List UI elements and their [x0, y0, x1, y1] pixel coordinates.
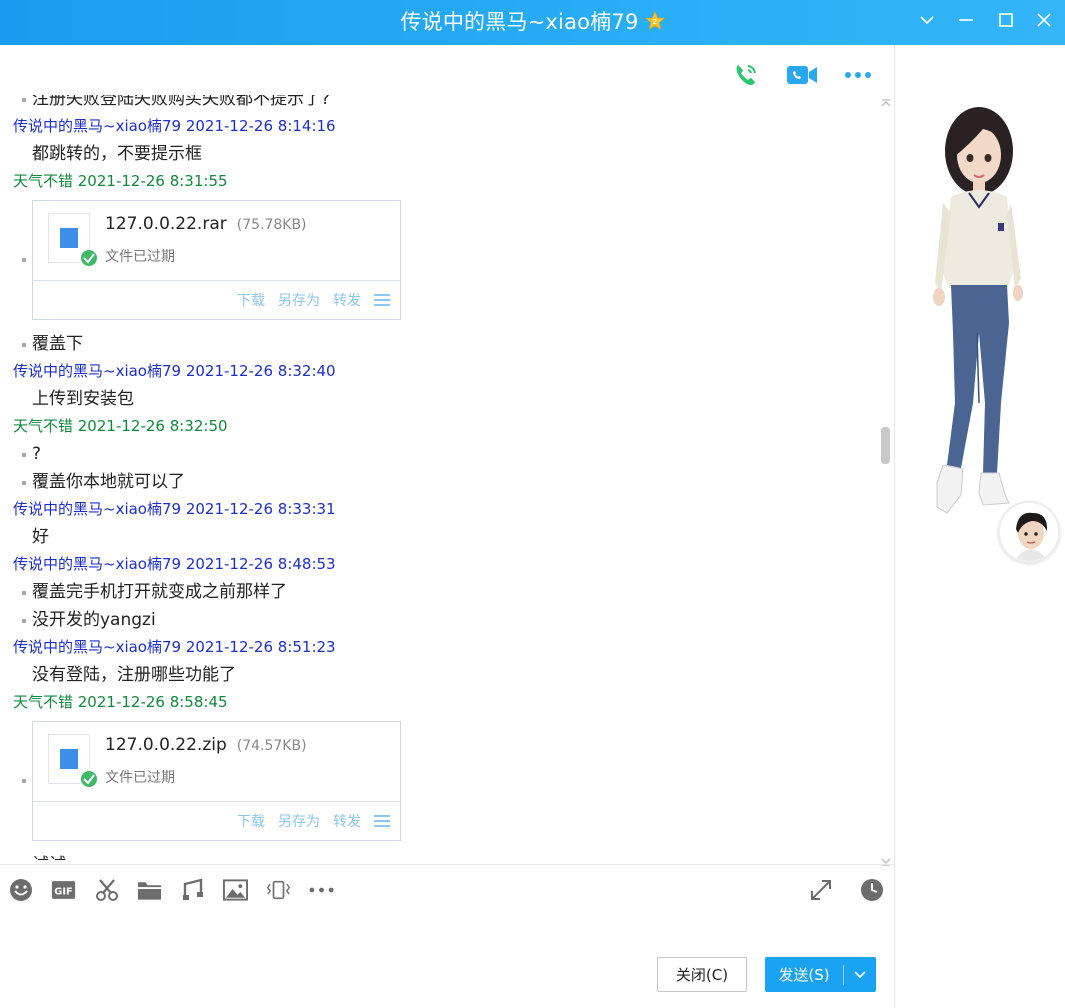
avatar-figure[interactable] [921, 103, 1031, 523]
message-text: 试试 [0, 851, 880, 860]
file-actions: 下载 另存为 转发 [237, 290, 390, 310]
dropdown-chevron-icon[interactable] [912, 8, 942, 32]
history-clock-icon[interactable] [859, 877, 884, 902]
file-name-text: 127.0.0.22.zip [105, 735, 227, 755]
download-link[interactable]: 下载 [237, 811, 265, 831]
zip-icon [60, 749, 78, 769]
input-toolbar: GIF [8, 877, 334, 902]
close-button-label: 关闭(C) [675, 966, 729, 984]
window-title: 传说中的黑马~xiao楠79 2 [0, 6, 1065, 36]
menu-icon[interactable] [374, 293, 390, 307]
file-info: 127.0.0.22.zip (74.57KB) 文件已过期 [33, 722, 400, 802]
video-call-icon[interactable] [786, 59, 818, 91]
archive-file-icon [48, 213, 99, 268]
svg-text:2: 2 [652, 18, 657, 26]
file-name-text: 127.0.0.22.rar [105, 214, 227, 234]
message-text: 好 [32, 527, 49, 547]
more-icon[interactable] [842, 59, 874, 91]
screenshot-scissors-icon[interactable] [94, 877, 119, 902]
file-status: 文件已过期 [105, 249, 175, 265]
voice-call-icon[interactable] [730, 59, 762, 91]
check-icon [79, 769, 99, 789]
message-text: 覆盖下 [0, 330, 880, 358]
send-button-label: 发送(S) [778, 966, 830, 984]
file-name: 127.0.0.22.zip (74.57KB) [105, 735, 307, 755]
message-text: 覆盖完手机打开就变成之前那样了 [0, 578, 880, 606]
message-list-content: 注册失败登陆失败购买失败都不提示了? 传说中的黑马~xiao楠79 2021-12… [0, 95, 880, 860]
file-card[interactable]: 127.0.0.22.rar (75.78KB) 文件已过期下载 另存为 转发 [32, 200, 401, 320]
message-text: 没有登陆，注册哪些功能了 [32, 665, 236, 685]
call-bar [730, 59, 874, 91]
menu-icon[interactable] [374, 814, 390, 828]
input-toolbar-right [808, 877, 884, 902]
zip-icon [60, 228, 78, 248]
message-sender-timestamp[interactable]: 天气不错 2021-12-26 8:58:45 [0, 689, 880, 716]
message-text: ? [0, 440, 880, 468]
file-message: 127.0.0.22.rar (75.78KB) 文件已过期下载 另存为 转发 [0, 195, 880, 330]
svg-text:GIF: GIF [54, 886, 72, 897]
file-card[interactable]: 127.0.0.22.zip (74.57KB) 文件已过期下载 另存为 转发 [32, 721, 401, 841]
message-sender-timestamp[interactable]: 天气不错 2021-12-26 8:31:55 [0, 168, 880, 195]
gif-icon[interactable]: GIF [51, 877, 76, 902]
contact-avatar[interactable] [998, 501, 1060, 563]
message-sender-timestamp[interactable]: 传说中的黑马~xiao楠79 2021-12-26 8:48:53 [0, 551, 880, 578]
close-icon[interactable] [1029, 8, 1059, 32]
expand-icon[interactable] [808, 877, 833, 902]
close-button[interactable]: 关闭(C) [657, 957, 747, 992]
music-icon[interactable] [180, 877, 205, 902]
shake-icon[interactable] [266, 877, 291, 902]
image-icon[interactable] [223, 877, 248, 902]
message-text: 都跳转的，不要提示框 [32, 144, 202, 164]
chat-panel: 注册失败登陆失败购买失败都不提示了? 传说中的黑马~xiao楠79 2021-12… [0, 45, 894, 1008]
file-status: 文件已过期 [105, 770, 175, 786]
vip-star-icon: 2 [644, 11, 665, 30]
window-title-text: 传说中的黑马~xiao楠79 [400, 10, 639, 34]
download-link[interactable]: 下载 [237, 290, 265, 310]
save-as-link[interactable]: 另存为 [278, 290, 320, 310]
file-actions: 下载 另存为 转发 [237, 811, 390, 831]
message-text: 没开发的yangzi [0, 606, 880, 634]
message-sender-timestamp[interactable]: 天气不错 2021-12-26 8:32:50 [0, 413, 880, 440]
minimize-icon[interactable] [951, 8, 981, 32]
title-bar: 传说中的黑马~xiao楠79 2 [0, 0, 1065, 45]
send-options-chevron-icon[interactable] [844, 970, 876, 979]
forward-link[interactable]: 转发 [333, 290, 361, 310]
emoji-icon[interactable] [8, 877, 33, 902]
message-list[interactable]: 注册失败登陆失败购买失败都不提示了? 传说中的黑马~xiao楠79 2021-12… [0, 95, 880, 860]
scroll-thumb[interactable] [881, 427, 890, 464]
archive-file-icon [48, 734, 99, 789]
message-text: 注册失败登陆失败购买失败都不提示了? [0, 95, 880, 113]
more-icon[interactable] [309, 877, 334, 902]
message-sender-timestamp[interactable]: 传说中的黑马~xiao楠79 2021-12-26 8:14:16 [0, 113, 880, 140]
folder-icon[interactable] [137, 877, 162, 902]
message-sender-timestamp[interactable]: 传说中的黑马~xiao楠79 2021-12-26 8:32:40 [0, 358, 880, 385]
message-sender-timestamp[interactable]: 传说中的黑马~xiao楠79 2021-12-26 8:33:31 [0, 496, 880, 523]
avatar-show-panel [894, 45, 1065, 1008]
file-name: 127.0.0.22.rar (75.78KB) [105, 214, 307, 234]
scroll-up-icon[interactable] [880, 99, 892, 109]
file-size: (74.57KB) [236, 738, 307, 754]
message-sender-timestamp[interactable]: 传说中的黑马~xiao楠79 2021-12-26 8:51:23 [0, 634, 880, 661]
message-text: 覆盖你本地就可以了 [0, 468, 880, 496]
file-info: 127.0.0.22.rar (75.78KB) 文件已过期 [33, 201, 400, 281]
file-size: (75.78KB) [236, 217, 307, 233]
input-divider [0, 864, 894, 865]
message-scrollbar[interactable] [880, 99, 892, 866]
send-button[interactable]: 发送(S) [765, 957, 876, 992]
forward-link[interactable]: 转发 [333, 811, 361, 831]
check-icon [79, 248, 99, 268]
message-text: 上传到安装包 [32, 389, 134, 409]
maximize-icon[interactable] [991, 8, 1021, 32]
file-message: 127.0.0.22.zip (74.57KB) 文件已过期下载 另存为 转发 [0, 716, 880, 851]
save-as-link[interactable]: 另存为 [278, 811, 320, 831]
